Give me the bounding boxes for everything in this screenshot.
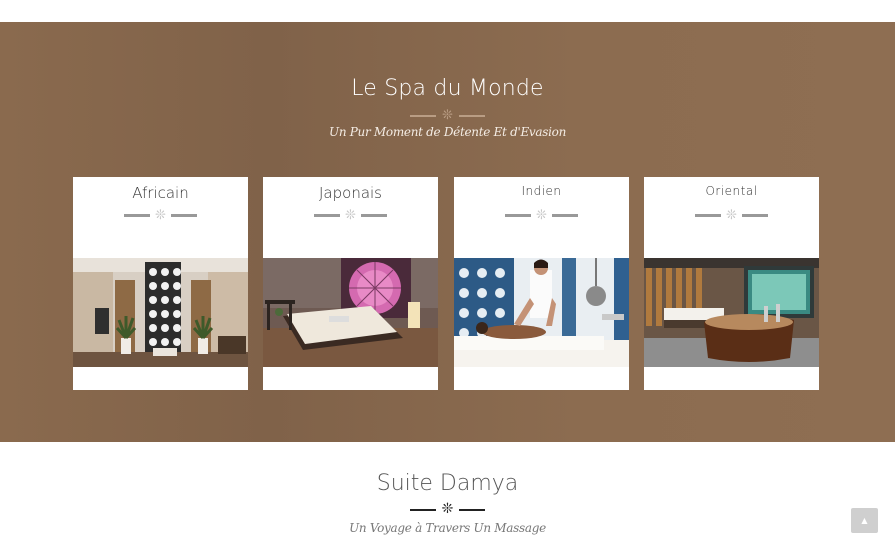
spa-card-japonais[interactable]: Japonais ❊ [263,177,438,390]
divider-line [695,214,722,217]
spa-du-monde-section: Le Spa du Monde ❊ Un Pur Moment de Déten… [0,22,895,442]
chevron-up-icon: ▲ [861,516,868,525]
african-spa-image[interactable] [73,258,248,367]
divider-line [170,214,197,217]
card-divider: ❊ [454,209,629,222]
divider-line [124,214,151,217]
japanese-spa-image[interactable] [263,258,438,367]
divider-line [314,214,341,217]
card-title: Oriental [705,184,758,198]
divider-line [409,508,436,511]
spa-card-africain[interactable]: Africain ❊ [73,177,248,390]
section-subtitle: Un Pur Moment de Détente Et d'Evasion [329,125,566,139]
spa-card-indien[interactable]: Indien ❊ [454,177,629,390]
divider-line [741,214,768,217]
card-title: Indien [521,184,562,198]
divider-line [459,508,486,511]
flower-icon: ❊ [345,208,356,223]
divider-line [458,114,485,117]
spa-card-oriental[interactable]: Oriental ❊ [644,177,819,390]
divider-line [360,214,387,217]
flower-icon: ❊ [726,208,737,223]
scroll-to-top-button[interactable]: ▲ [851,508,878,533]
title-divider: ❊ [0,109,895,122]
indian-massage-image[interactable] [454,258,629,367]
suite-damya-title: Suite Damya [376,471,519,496]
suite-damya-subtitle: Un Voyage à Travers Un Massage [349,521,546,535]
oriental-bath-image[interactable] [644,258,819,367]
flower-icon: ❊ [155,208,166,223]
card-divider: ❊ [644,209,819,222]
section-title: Le Spa du Monde [351,76,544,101]
divider-line [505,214,532,217]
card-title: Africain [132,184,189,202]
divider-line [551,214,578,217]
card-divider: ❊ [73,209,248,222]
card-title: Japonais [319,184,382,202]
flower-icon: ❊ [442,108,453,123]
suite-divider: ❊ [0,501,895,517]
card-divider: ❊ [263,209,438,222]
flower-icon: ❊ [536,208,547,223]
flower-icon: ❊ [441,501,454,517]
divider-line [410,114,437,117]
